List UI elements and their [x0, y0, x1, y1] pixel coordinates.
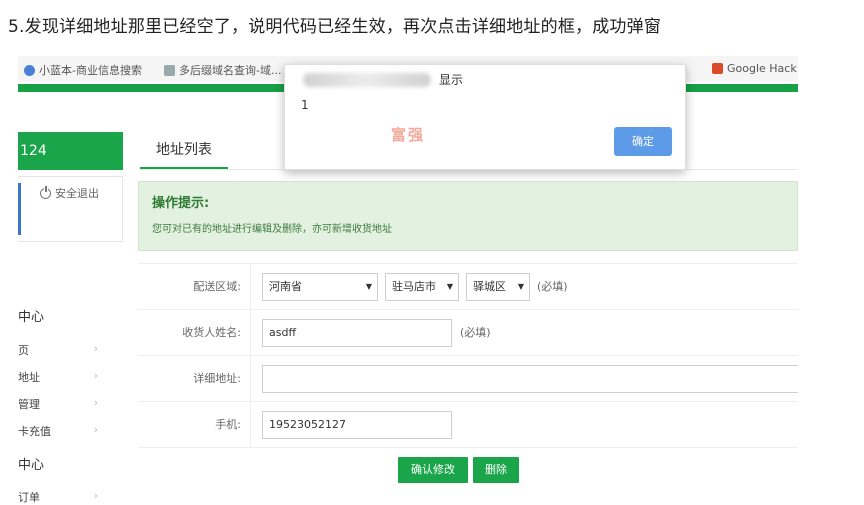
required-note: (必填): [460, 326, 491, 339]
caret-down-icon: ▼: [446, 282, 453, 291]
form-row-phone: 手机: 19523052127: [138, 402, 798, 448]
chevron-right-icon: ›: [93, 423, 98, 436]
caption-text: 5.发现详细地址那里已经空了，说明代码已经生效，再次点击详细地址的框，成功弹窗: [8, 17, 662, 37]
bookmark-label: Google Hack: [727, 62, 797, 75]
district-select[interactable]: 驿城区 ▼: [466, 273, 530, 301]
row-divider: [250, 402, 251, 448]
district-value: 驿城区: [473, 280, 506, 293]
phone-input[interactable]: 19523052127: [262, 411, 452, 439]
sidebar-item-label: 管理: [18, 398, 40, 411]
bookmark-favicon-icon: [712, 63, 723, 74]
sidebar-group-title: 中心: [18, 310, 45, 325]
consignee-name-input[interactable]: asdff: [262, 319, 452, 347]
dialog-message: 1: [301, 98, 309, 112]
phone-label: 手机:: [215, 418, 241, 431]
row-divider: [250, 310, 251, 356]
sidebar-item[interactable]: 地址 ›: [18, 369, 98, 385]
region-label: 配送区域:: [193, 280, 241, 293]
form-row-region: 配送区域: 河南省 ▼ 驻马店市 ▼ 驿城区 ▼ (必填): [138, 264, 798, 310]
row-divider: [250, 356, 251, 402]
row-divider: [250, 264, 251, 310]
watermark-text: 富强: [391, 126, 426, 144]
caret-down-icon: ▼: [517, 282, 524, 291]
sidebar-header: 124: [18, 132, 123, 170]
bookmark-item[interactable]: Google Hack: [712, 62, 797, 75]
form-row-name: 收货人姓名: asdff (必填): [138, 310, 798, 356]
dialog-ok-button[interactable]: 确定: [614, 127, 672, 156]
city-value: 驻马店市: [392, 280, 436, 293]
sidebar-item[interactable]: 页 ›: [18, 342, 98, 358]
bookmark-item[interactable]: 小蓝本-商业信息搜索: [24, 62, 142, 78]
chevron-right-icon: ›: [93, 342, 98, 355]
address-label: 详细地址:: [193, 372, 241, 385]
tab-address-list[interactable]: 地址列表: [140, 135, 228, 169]
logout-link[interactable]: 安全退出: [40, 185, 99, 201]
alert-dialog: 显示 1 富强 确定: [284, 64, 686, 170]
caret-down-icon: ▼: [365, 282, 372, 291]
sidebar-item[interactable]: 卡充值 ›: [18, 423, 98, 439]
delete-button[interactable]: 删除: [473, 457, 519, 483]
chevron-right-icon: ›: [93, 489, 98, 502]
address-form: 配送区域: 河南省 ▼ 驻马店市 ▼ 驿城区 ▼ (必填) 收货人姓名: asd…: [138, 263, 798, 505]
bookmark-favicon-icon: [24, 64, 35, 76]
panel-accent: [18, 183, 21, 235]
sidebar-item[interactable]: 管理 ›: [18, 396, 98, 412]
confirm-edit-button[interactable]: 确认修改: [398, 457, 468, 483]
logout-label: 安全退出: [55, 187, 99, 200]
name-label: 收货人姓名:: [182, 326, 241, 339]
bookmark-favicon-icon: [164, 64, 175, 76]
province-value: 河南省: [269, 280, 302, 293]
bookmark-label: 多后缀域名查询-域...: [179, 64, 282, 77]
detail-address-input[interactable]: [262, 365, 798, 393]
sidebar-item-label: 卡充值: [18, 425, 51, 438]
user-panel: 安全退出: [18, 176, 123, 242]
sidebar-item-label: 页: [18, 344, 29, 357]
city-select[interactable]: 驻马店市 ▼: [385, 273, 459, 301]
sidebar-item-label: 订单: [18, 491, 40, 504]
dialog-title: 显示: [439, 73, 464, 87]
bookmark-label: 小蓝本-商业信息搜索: [39, 64, 142, 77]
redacted-host: [303, 73, 431, 87]
sidebar-item[interactable]: 订单 ›: [18, 489, 98, 505]
browser-screenshot: 小蓝本-商业信息搜索 多后缀域名查询-域... Google Hack 124 …: [18, 56, 798, 505]
screenshot-stage: 5.发现详细地址那里已经空了，说明代码已经生效，再次点击详细地址的框，成功弹窗 …: [0, 0, 864, 505]
chevron-right-icon: ›: [93, 369, 98, 382]
form-row-address: 详细地址:: [138, 356, 798, 402]
sidebar-group-title: 中心: [18, 458, 45, 473]
sidebar-item-label: 地址: [18, 371, 40, 384]
tip-title: 操作提示:: [152, 196, 210, 211]
operation-tip: 操作提示: 您可对已有的地址进行编辑及删除，亦可新增收货地址: [138, 181, 798, 251]
bookmark-item[interactable]: 多后缀域名查询-域...: [164, 62, 281, 78]
chevron-right-icon: ›: [93, 396, 98, 409]
province-select[interactable]: 河南省 ▼: [262, 273, 378, 301]
power-icon: [40, 185, 51, 199]
required-note: (必填): [537, 280, 568, 293]
tip-text: 您可对已有的地址进行编辑及删除，亦可新增收货地址: [152, 224, 392, 235]
